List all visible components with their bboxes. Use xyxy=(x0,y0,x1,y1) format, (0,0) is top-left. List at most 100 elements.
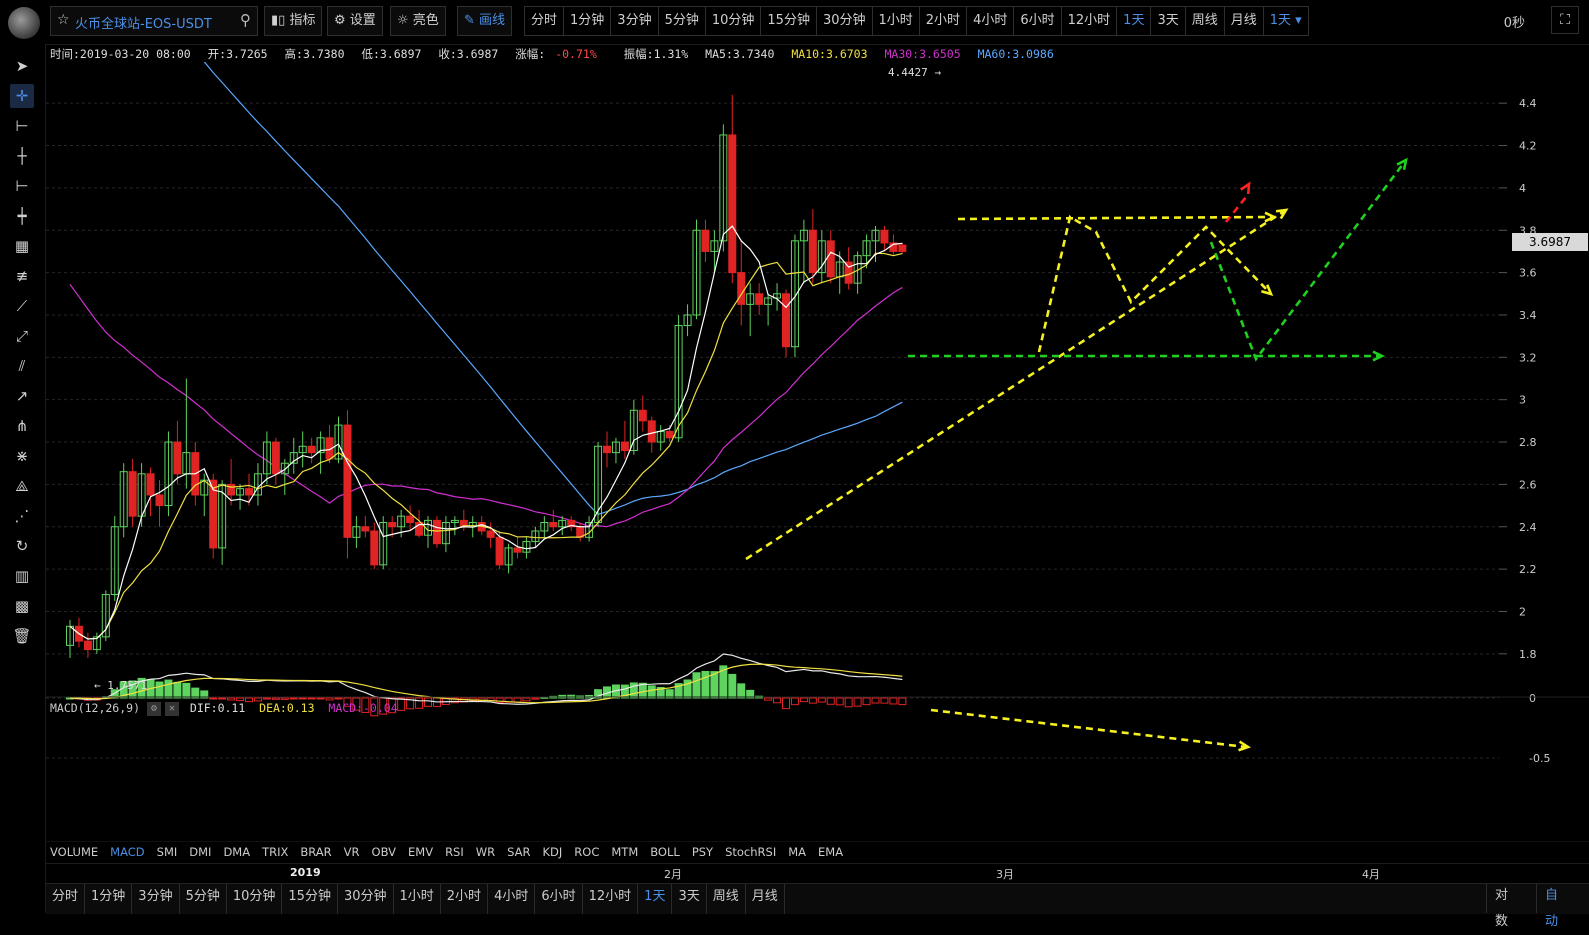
price-line-icon[interactable]: ▦ xyxy=(10,234,34,258)
timeframe-2[interactable]: 3分钟 xyxy=(611,7,659,35)
candle-body xyxy=(665,430,674,439)
bottom-timeframe-13[interactable]: 3天 xyxy=(672,884,707,914)
parallel-lines-icon[interactable]: ≢ xyxy=(10,264,34,288)
fullscreen-icon[interactable]: ⛶ xyxy=(1551,6,1579,34)
bottom-timeframe-9[interactable]: 4小时 xyxy=(488,884,536,914)
timeframe-0[interactable]: 分时 xyxy=(525,7,565,35)
horizontal-line-icon[interactable]: ┼ xyxy=(10,144,34,168)
indicator-tab-psy[interactable]: PSY xyxy=(692,845,713,859)
timeframe-12[interactable]: 1天 xyxy=(1117,7,1152,35)
indicator-tab-sar[interactable]: SAR xyxy=(507,845,530,859)
crosshair-icon[interactable]: ✛ xyxy=(10,84,34,108)
bottom-timeframe-10[interactable]: 6小时 xyxy=(535,884,583,914)
bottom-timeframe-4[interactable]: 10分钟 xyxy=(227,884,283,914)
ray-line-icon[interactable]: ⊢ xyxy=(10,174,34,198)
bottom-timeframe-12[interactable]: 1天 xyxy=(638,884,673,914)
timeframe-dropdown[interactable]: 1天 ▾ xyxy=(1264,7,1308,35)
gann-icon[interactable]: ⋇ xyxy=(10,444,34,468)
symbol-search[interactable]: ☆ 火币全球站-EOS-USDT ⚲ xyxy=(50,6,258,36)
bottom-timeframe-8[interactable]: 2小时 xyxy=(441,884,489,914)
indicator-tab-roc[interactable]: ROC xyxy=(574,845,599,859)
vertical-line-icon[interactable]: ┿ xyxy=(10,204,34,228)
indicator-tab-vr[interactable]: VR xyxy=(344,845,360,859)
trend-line-icon[interactable]: ⟋ xyxy=(10,294,34,318)
macd-settings-icon[interactable]: ⚙ xyxy=(146,701,161,716)
candle-body xyxy=(155,494,164,507)
indicator-tab-brar[interactable]: BRAR xyxy=(300,845,331,859)
app-logo-icon[interactable] xyxy=(8,7,40,39)
indicator-tab-emv[interactable]: EMV xyxy=(408,845,433,859)
log-scale-toggle[interactable]: 对数 xyxy=(1486,883,1516,929)
timeframe-14[interactable]: 周线 xyxy=(1186,7,1225,35)
indicator-tab-macd[interactable]: MACD xyxy=(110,845,144,859)
candle-body xyxy=(388,522,397,528)
bottom-timeframe-3[interactable]: 5分钟 xyxy=(180,884,227,914)
indicator-tab-wr[interactable]: WR xyxy=(476,845,495,859)
fibonacci-icon[interactable]: ▥ xyxy=(10,564,34,588)
theme-button[interactable]: ☼ 亮色 xyxy=(390,6,446,36)
candle-body xyxy=(343,424,352,538)
macd-bar xyxy=(782,697,790,710)
indicator-tab-stochrsi[interactable]: StochRSI xyxy=(725,845,776,859)
candle-body xyxy=(245,488,253,496)
pitchfork-icon[interactable]: ⋔ xyxy=(10,414,34,438)
indicators-button[interactable]: ▮▯ 指标 xyxy=(264,6,323,36)
indicator-tab-obv[interactable]: OBV xyxy=(372,845,396,859)
indicator-tab-dmi[interactable]: DMI xyxy=(189,845,211,859)
timeframe-5[interactable]: 15分钟 xyxy=(761,7,817,35)
timeframe-9[interactable]: 4小时 xyxy=(967,7,1015,35)
bottom-timeframe-2[interactable]: 3分钟 xyxy=(132,884,180,914)
resistance-line xyxy=(957,215,1272,221)
bottom-timeframe-7[interactable]: 1小时 xyxy=(394,884,441,914)
settings-button[interactable]: ⚙ 设置 xyxy=(327,6,383,36)
timeframe-11[interactable]: 12小时 xyxy=(1062,7,1118,35)
draw-button[interactable]: ✎ 画线 xyxy=(457,6,513,36)
timeframe-4[interactable]: 10分钟 xyxy=(706,7,762,35)
indicator-tab-ema[interactable]: EMA xyxy=(818,845,843,859)
candle-body xyxy=(128,471,137,517)
indicator-tab-kdj[interactable]: KDJ xyxy=(543,845,563,859)
bottom-timeframe-14[interactable]: 周线 xyxy=(707,884,746,914)
macd-close-icon[interactable]: ✕ xyxy=(164,701,179,716)
indicator-tab-ma[interactable]: MA xyxy=(788,845,806,859)
timeframe-8[interactable]: 2小时 xyxy=(920,7,968,35)
indicator-tab-trix[interactable]: TRIX xyxy=(262,845,288,859)
bottom-timeframe-5[interactable]: 15分钟 xyxy=(282,884,338,914)
timeframe-3[interactable]: 5分钟 xyxy=(659,7,706,35)
bottom-timeframe-6[interactable]: 30分钟 xyxy=(338,884,394,914)
channel-icon[interactable]: ⫽ xyxy=(10,354,34,378)
indicator-tab-volume[interactable]: VOLUME xyxy=(50,845,98,859)
indicator-tab-boll[interactable]: BOLL xyxy=(650,845,680,859)
settings-label: 设置 xyxy=(349,13,376,28)
bottom-timeframe-0[interactable]: 分时 xyxy=(46,884,86,914)
timeframe-13[interactable]: 3天 xyxy=(1151,7,1186,35)
projected-path xyxy=(1209,159,1408,362)
timeframe-10[interactable]: 6小时 xyxy=(1014,7,1062,35)
bottom-timeframe-15[interactable]: 月线 xyxy=(746,884,785,914)
indicator-tab-dma[interactable]: DMA xyxy=(223,845,250,859)
timeframe-6[interactable]: 30分钟 xyxy=(817,7,873,35)
timeframe-7[interactable]: 1小时 xyxy=(873,7,920,35)
arrow-line-icon[interactable]: ↗ xyxy=(10,384,34,408)
cursor-arrow-icon[interactable]: ➤ xyxy=(10,54,34,78)
indicator-tab-mtm[interactable]: MTM xyxy=(611,845,638,859)
timeframe-15[interactable]: 月线 xyxy=(1225,7,1264,35)
candle-body xyxy=(486,530,495,538)
bottom-timeframe-1[interactable]: 1分钟 xyxy=(85,884,133,914)
measure-icon[interactable]: ▩ xyxy=(10,594,34,618)
search-icon[interactable]: ⚲ xyxy=(240,11,251,29)
auto-scale-toggle[interactable]: 自动 xyxy=(1536,883,1566,929)
extended-line-icon[interactable]: ⤢ xyxy=(10,324,34,348)
star-icon[interactable]: ☆ xyxy=(57,12,70,28)
fan-icon[interactable]: ⟁ xyxy=(10,474,34,498)
indicator-tab-rsi[interactable]: RSI xyxy=(445,845,464,859)
bottom-timeframe-11[interactable]: 12小时 xyxy=(583,884,639,914)
segment-line-icon[interactable]: ⊢ xyxy=(10,114,34,138)
info-change: 涨幅: -0.71% xyxy=(515,47,606,61)
indicator-tab-smi[interactable]: SMI xyxy=(157,845,178,859)
price-chart[interactable]: 4.44.243.83.63.43.232.82.62.42.221.8 0-0… xyxy=(46,62,1589,842)
speed-lines-icon[interactable]: ⋰ xyxy=(10,504,34,528)
timeframe-1[interactable]: 1分钟 xyxy=(564,7,612,35)
trash-icon[interactable]: 🗑 xyxy=(10,624,34,648)
spiral-icon[interactable]: ↻ xyxy=(10,534,34,558)
